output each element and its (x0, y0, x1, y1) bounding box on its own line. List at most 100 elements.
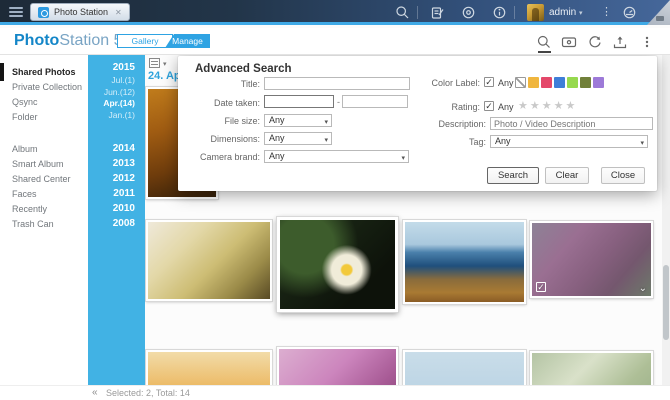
color-swatch-olive[interactable] (580, 77, 591, 88)
chevron-down-icon: ▾ (640, 138, 644, 149)
sidebar-item-private-collection[interactable]: Private Collection (0, 80, 88, 95)
timeline-month-jun[interactable]: Jun.(12) (88, 87, 145, 99)
timeline-year-2015[interactable]: 2015 (88, 60, 145, 75)
chevron-down-icon: ▾ (401, 153, 405, 164)
close-button[interactable]: Close (601, 167, 645, 184)
search-button[interactable]: Search (487, 167, 539, 184)
star-icon[interactable]: ★ (566, 101, 576, 112)
color-swatch-red[interactable] (541, 77, 552, 88)
timeline-month-jan[interactable]: Jan.(1) (88, 110, 145, 122)
sidebar-item-trash-can[interactable]: Trash Can (0, 217, 88, 232)
notifications-info-icon[interactable] (492, 5, 507, 20)
search-active-underline (538, 51, 551, 53)
sidebar-item-album[interactable]: Album (0, 142, 88, 157)
date-from-input[interactable] (264, 95, 334, 108)
dashboard-gauge-icon[interactable] (622, 5, 637, 20)
global-search-icon[interactable] (395, 5, 410, 20)
rating-any-checkbox[interactable]: ✓ (484, 101, 494, 111)
color-any-label: Any (498, 78, 514, 88)
advanced-search-dialog: Advanced Search Title: Date taken: - Fil… (178, 56, 657, 191)
collapse-timeline-icon[interactable]: « (92, 387, 98, 398)
app-tab-photo-station[interactable]: Photo Station ✕ (30, 3, 130, 21)
camera-brand-label: Camera brand: (180, 152, 260, 162)
sidebar-item-qsync[interactable]: Qsync (0, 95, 88, 110)
sidebar-item-smart-album[interactable]: Smart Album (0, 157, 88, 172)
chevron-down-icon: ▾ (324, 135, 328, 146)
photo-thumbnail-selected[interactable]: ✓ ⌄ (530, 221, 653, 298)
header-more-icon[interactable] (639, 34, 647, 50)
sidebar-group-gap (0, 125, 88, 142)
star-icon[interactable]: ★ (554, 101, 564, 112)
background-tasks-icon[interactable] (430, 5, 445, 20)
description-label: Description: (398, 119, 486, 129)
camera-brand-select[interactable]: Any ▾ (264, 150, 409, 163)
sidebar-item-shared-center[interactable]: Shared Center (0, 172, 88, 187)
color-swatch-blue[interactable] (554, 77, 565, 88)
external-device-icon[interactable] (461, 5, 476, 20)
file-size-label: File size: (180, 116, 260, 126)
title-label: Title: (180, 79, 260, 89)
refresh-icon[interactable] (587, 34, 603, 50)
sidebar-item-recently[interactable]: Recently (0, 202, 88, 217)
timeline-month-jul[interactable]: Jul.(1) (88, 75, 145, 87)
vertical-scrollbar[interactable] (662, 55, 670, 400)
rating-label: Rating: (398, 102, 480, 112)
photo-thumbnail-selected[interactable] (277, 217, 398, 312)
sidebar-item-faces[interactable]: Faces (0, 187, 88, 202)
mode-tabs: Gallery Manage (117, 34, 209, 48)
timeline-month-apr[interactable]: Apr.(14) (88, 98, 145, 110)
show-desktop-corner[interactable] (642, 0, 670, 25)
photo-station-window: Photo Station ✕ admin ▾ ⋮ PhotoStation 5 (0, 0, 670, 400)
app-header: PhotoStation 5 Gallery Manage (0, 28, 670, 55)
dimensions-select[interactable]: Any ▾ (264, 132, 332, 145)
tag-select[interactable]: Any ▾ (490, 135, 648, 148)
color-swatches (515, 77, 604, 88)
user-avatar[interactable] (527, 4, 544, 21)
timeline-year-2008[interactable]: 2008 (88, 216, 145, 231)
photo-menu-chevron-icon[interactable]: ⌄ (639, 283, 647, 294)
star-icon[interactable]: ★ (542, 101, 552, 112)
sidebar-item-shared-photos[interactable]: Shared Photos (0, 65, 88, 80)
chevron-down-icon: ▾ (579, 10, 583, 17)
main-menu-icon[interactable] (9, 7, 23, 18)
system-top-bar: Photo Station ✕ admin ▾ ⋮ (0, 0, 670, 25)
upload-icon[interactable] (612, 34, 628, 50)
view-sort-icon[interactable]: ▾ (149, 57, 173, 70)
user-menu[interactable]: admin ▾ (549, 7, 583, 18)
tab-gallery[interactable]: Gallery (117, 34, 173, 48)
timeline-year-2011[interactable]: 2011 (88, 186, 145, 201)
tag-label: Tag: (398, 137, 486, 147)
photo-thumbnail[interactable] (403, 220, 526, 304)
color-swatch-purple[interactable] (593, 77, 604, 88)
selection-checkbox-icon[interactable]: ✓ (536, 282, 546, 292)
star-icon[interactable]: ★ (518, 101, 528, 112)
color-any-checkbox[interactable]: ✓ (484, 77, 494, 87)
rating-stars: ★ ★ ★ ★ ★ (518, 101, 575, 112)
file-size-select[interactable]: Any ▾ (264, 114, 332, 127)
timeline-year-2010[interactable]: 2010 (88, 201, 145, 216)
description-input[interactable] (490, 117, 653, 130)
search-icon[interactable] (536, 34, 552, 50)
sidebar-item-folder[interactable]: Folder (0, 110, 88, 125)
photo-station-app-icon (38, 7, 49, 18)
color-swatch-none[interactable] (515, 77, 526, 88)
photo-thumbnail[interactable] (146, 220, 272, 301)
dimensions-label: Dimensions: (180, 134, 260, 144)
star-icon[interactable]: ★ (530, 101, 540, 112)
timeline-year-2012[interactable]: 2012 (88, 171, 145, 186)
timeline-year-2013[interactable]: 2013 (88, 156, 145, 171)
timeline-year-2014[interactable]: 2014 (88, 141, 145, 156)
slideshow-icon[interactable] (561, 34, 577, 50)
timeline-gap (88, 121, 145, 141)
color-swatch-green[interactable] (567, 77, 578, 88)
more-options-icon[interactable]: ⋮ (601, 5, 611, 20)
close-tab-icon[interactable]: ✕ (115, 8, 122, 17)
color-swatch-yellow[interactable] (528, 77, 539, 88)
scrollbar-thumb[interactable] (663, 265, 669, 340)
app-tab-label: Photo Station (54, 7, 108, 17)
clear-button[interactable]: Clear (545, 167, 589, 184)
logo-bold-part: Photo (14, 32, 59, 49)
chevron-down-icon: ▾ (324, 117, 328, 128)
rating-any-label: Any (498, 102, 514, 112)
title-input[interactable] (264, 77, 410, 90)
